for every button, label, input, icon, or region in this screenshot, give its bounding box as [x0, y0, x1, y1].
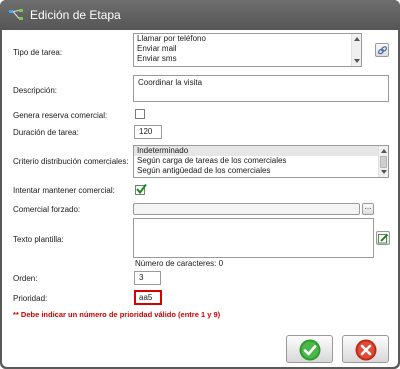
scroll-thumb[interactable] [380, 156, 387, 168]
distribution-criteria-list[interactable]: Indeterminado Según carga de tareas de l… [133, 145, 389, 178]
forced-commercial-label: Comercial forzado: [13, 205, 81, 214]
browse-commercial-button[interactable]: ... [362, 203, 374, 215]
char-count: Número de caracteres: 0 [135, 259, 224, 268]
task-duration-value: 120 [139, 127, 153, 136]
link-icon [378, 46, 387, 55]
scroll-down-icon[interactable] [354, 59, 360, 63]
task-type-list[interactable]: Llamar por teléfono Enviar mail Enviar s… [133, 33, 362, 67]
cancel-icon [355, 339, 377, 361]
commercial-reservation-checkbox[interactable] [135, 109, 145, 119]
browse-button-label: ... [364, 202, 372, 211]
order-value: 3 [139, 273, 144, 282]
description-value: Coordinar la visita [138, 78, 203, 87]
commercial-reservation-label: Genera reserva comercial: [13, 111, 108, 120]
checkmark-icon [136, 183, 147, 195]
keep-commercial-label: Intentar mantener comercial: [13, 186, 115, 195]
scroll-up-icon[interactable] [354, 37, 360, 41]
form-panel: Tipo de tarea: Llamar por teléfono Envia… [2, 30, 398, 367]
priority-label: Prioridad: [13, 294, 48, 303]
list-item[interactable]: Enviar sms [134, 54, 361, 64]
scroll-up-icon[interactable] [381, 149, 387, 153]
edit-icon [378, 233, 389, 244]
order-input[interactable]: 3 [134, 271, 161, 285]
checkmark-icon [299, 339, 321, 361]
edit-stage-window: Edición de Etapa Tipo de tarea: Llamar p… [0, 0, 400, 369]
list-item[interactable]: Según antigüedad de los comerciales [134, 166, 388, 176]
description-field[interactable]: Coordinar la visita [133, 75, 389, 102]
cancel-button[interactable] [342, 335, 389, 363]
distribution-criteria-scrollbar[interactable] [378, 146, 388, 177]
description-label: Descripción: [13, 86, 58, 95]
workflow-icon [9, 9, 23, 20]
priority-input[interactable]: aa5 [134, 290, 162, 305]
task-type-label: Tipo de tarea: [13, 48, 63, 57]
accept-button[interactable] [286, 335, 333, 363]
template-text-label: Texto plantilla: [13, 235, 64, 244]
task-duration-input[interactable]: 120 [134, 125, 162, 139]
priority-error-message: ** Debe indicar un número de prioridad v… [13, 310, 221, 319]
list-item[interactable]: Según carga de tareas de los comerciales [134, 156, 388, 166]
list-item[interactable]: Llamar por teléfono [134, 34, 361, 44]
priority-value: aa5 [139, 293, 153, 302]
keep-commercial-checkbox[interactable] [135, 183, 147, 195]
template-text-area[interactable] [133, 218, 374, 258]
order-label: Orden: [13, 274, 38, 283]
task-duration-label: Duración de tarea: [13, 128, 79, 137]
task-type-scrollbar[interactable] [351, 34, 361, 66]
forced-commercial-input[interactable] [133, 203, 360, 215]
list-item[interactable]: Enviar mail [134, 44, 361, 54]
title-bar[interactable]: Edición de Etapa [0, 0, 400, 30]
list-item[interactable]: Indeterminado [134, 146, 388, 156]
scroll-down-icon[interactable] [381, 170, 387, 174]
distribution-criteria-label: Criterio distribución comerciales: [13, 157, 129, 166]
window-title: Edición de Etapa [30, 8, 121, 22]
edit-template-button[interactable] [376, 231, 390, 245]
link-button[interactable] [375, 43, 389, 57]
